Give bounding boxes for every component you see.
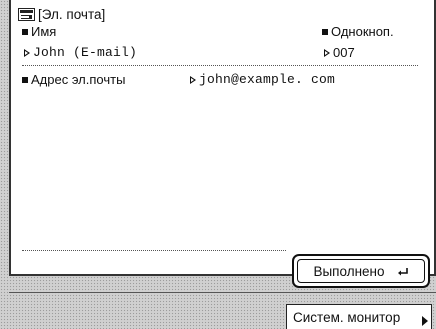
page-title: [Эл. почта] [18,5,105,23]
done-button[interactable]: Выполнено [292,254,430,288]
value-pointer-icon [24,48,30,57]
done-button-label: Выполнено [313,263,385,279]
email-value: john@example. com [190,72,335,87]
value-pointer-icon [190,75,196,84]
divider [22,250,286,251]
divider [9,292,436,293]
name-value: John (E-mail) [24,45,137,60]
system-monitor-label: Систем. монитор [293,309,401,325]
page-title-text: [Эл. почта] [38,6,106,22]
bullet-icon [22,28,28,35]
email-address-book-icon [18,7,35,21]
onetouch-label: Однокноп. [322,24,394,39]
content-panel [9,0,436,276]
email-label: Адрес эл.почты [22,72,125,87]
divider [22,65,418,66]
onetouch-value: 007 [324,45,355,60]
system-monitor-button[interactable]: Систем. монитор [286,304,432,329]
corner-arrow-icon [422,316,428,326]
name-label: Имя [22,24,56,39]
enter-return-icon [397,267,409,276]
value-pointer-icon [324,48,330,57]
bullet-icon [22,76,28,83]
bullet-icon [322,28,328,35]
